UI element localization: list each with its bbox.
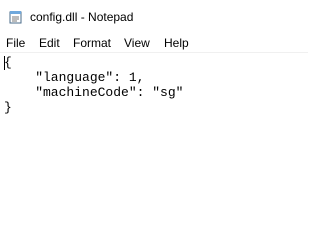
- menu-file[interactable]: File: [6, 36, 25, 50]
- menu-format[interactable]: Format: [73, 36, 111, 50]
- menu-help[interactable]: Help: [164, 36, 189, 50]
- text-cursor: [4, 56, 5, 70]
- editor-line: "language": 1,: [4, 70, 145, 85]
- title-bar[interactable]: config.dll - Notepad: [0, 0, 308, 30]
- menu-bar: File Edit Format View Help: [0, 34, 308, 52]
- menu-edit[interactable]: Edit: [39, 36, 60, 50]
- window-title: config.dll - Notepad: [30, 10, 134, 24]
- editor-line: {: [4, 55, 12, 70]
- editor-text[interactable]: { "language": 1, "machineCode": "sg" }: [4, 55, 183, 115]
- editor-line: }: [4, 100, 12, 115]
- menu-view[interactable]: View: [124, 36, 150, 50]
- editor-line: "machineCode": "sg": [4, 85, 184, 100]
- notepad-window: config.dll - Notepad File Edit Format Vi…: [0, 0, 308, 208]
- text-editor-area[interactable]: { "language": 1, "machineCode": "sg" }: [0, 53, 308, 208]
- notepad-icon: [9, 11, 22, 24]
